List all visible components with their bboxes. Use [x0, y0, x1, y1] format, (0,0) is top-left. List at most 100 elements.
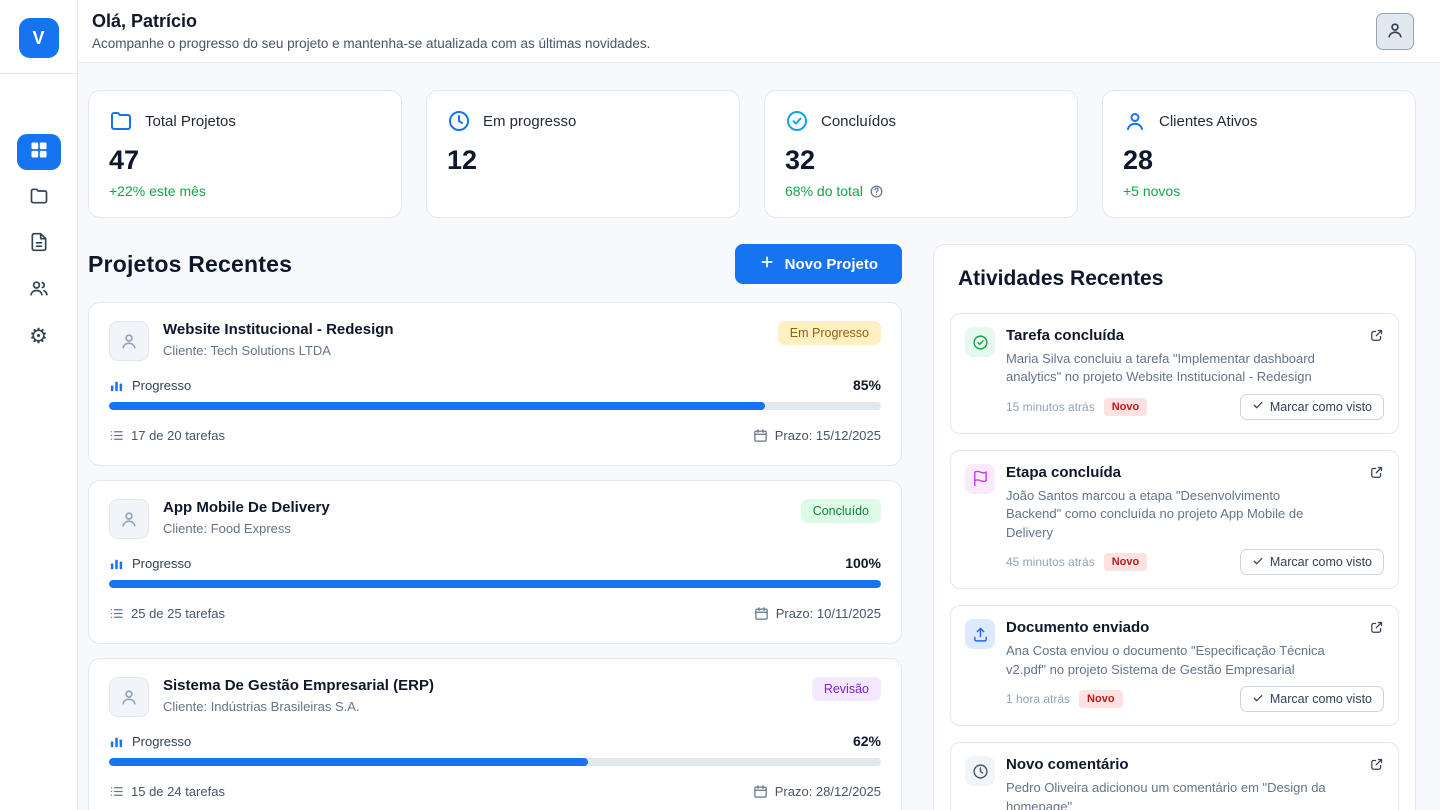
calendar-icon — [753, 784, 768, 799]
project-avatar — [109, 499, 149, 539]
activity-item: Documento enviado Ana Costa enviou o doc… — [950, 605, 1399, 726]
activity-description: João Santos marcou a etapa "Desenvolvime… — [1006, 487, 1336, 542]
progress-label: Progresso — [132, 734, 191, 749]
stat-value: 47 — [109, 145, 381, 176]
stat-value: 12 — [447, 145, 719, 176]
app-logo: V — [19, 18, 59, 58]
check-circle-icon — [785, 109, 809, 133]
project-card[interactable]: App Mobile De Delivery Cliente: Food Exp… — [88, 480, 902, 644]
activity-description: Maria Silva concluiu a tarefa "Implement… — [1006, 350, 1336, 387]
mark-seen-button[interactable]: Marcar como visto — [1240, 686, 1384, 712]
project-avatar — [109, 321, 149, 361]
project-client: Cliente: Tech Solutions LTDA — [163, 343, 394, 358]
external-link-icon[interactable] — [1369, 620, 1384, 635]
activity-item: Etapa concluída João Santos marcou a eta… — [950, 450, 1399, 589]
external-link-icon[interactable] — [1369, 328, 1384, 343]
clock-icon — [447, 109, 471, 133]
activity-title: Etapa concluída — [1006, 464, 1121, 481]
bar-chart-icon — [109, 734, 124, 749]
external-link-icon[interactable] — [1369, 465, 1384, 480]
sidebar-nav: ⚙ — [17, 134, 61, 354]
sidebar-item-clients[interactable] — [17, 272, 61, 308]
stat-sub-text: 68% do total — [785, 183, 863, 199]
progress-bar-fill — [109, 758, 588, 766]
sidebar-item-projects[interactable] — [17, 180, 61, 216]
clock-icon — [965, 756, 995, 786]
sidebar-item-settings[interactable]: ⚙ — [17, 318, 61, 354]
external-link-icon[interactable] — [1369, 757, 1384, 772]
check-circle-icon — [965, 327, 995, 357]
main-content: Total Projetos 47 +22% este mês Em progr… — [78, 63, 1440, 810]
activity-title: Novo comentário — [1006, 756, 1129, 773]
task-list-icon — [109, 784, 124, 799]
folder-icon — [109, 109, 133, 133]
bar-chart-icon — [109, 556, 124, 571]
new-badge: Novo — [1079, 690, 1123, 708]
task-list-icon — [109, 428, 124, 443]
divider — [0, 73, 78, 74]
stat-label: Em progresso — [483, 113, 576, 130]
progress-bar — [109, 402, 881, 410]
project-tasks: 17 de 20 tarefas — [131, 428, 225, 443]
project-title: App Mobile De Delivery — [163, 499, 330, 516]
project-client: Cliente: Indústrias Brasileiras S.A. — [163, 699, 434, 714]
activity-description: Pedro Oliveira adicionou um comentário e… — [1006, 779, 1336, 810]
project-deadline: Prazo: 15/12/2025 — [775, 428, 881, 443]
stat-card-em-progresso: Em progresso 12 — [426, 90, 740, 218]
user-profile-button[interactable] — [1376, 13, 1414, 50]
activity-title: Documento enviado — [1006, 619, 1149, 636]
page-subtitle: Acompanhe o progresso do seu projeto e m… — [92, 36, 650, 51]
activities-panel: Atividades Recentes Tarefa concluída — [933, 244, 1416, 810]
progress-bar — [109, 758, 881, 766]
project-card[interactable]: Website Institucional - Redesign Cliente… — [88, 302, 902, 466]
activity-time: 45 minutos atrás — [1006, 555, 1095, 569]
upload-icon — [965, 619, 995, 649]
sidebar-item-dashboard[interactable] — [17, 134, 61, 170]
sidebar: V ⚙ — [0, 0, 78, 810]
projects-section: Projetos Recentes Novo Projeto Website I… — [88, 244, 902, 810]
stat-sub: +5 novos — [1123, 183, 1395, 199]
mark-seen-label: Marcar como visto — [1270, 555, 1372, 569]
status-badge: Em Progresso — [778, 321, 881, 345]
stat-label: Concluídos — [821, 113, 896, 130]
stats-row: Total Projetos 47 +22% este mês Em progr… — [88, 90, 1416, 218]
mark-seen-button[interactable]: Marcar como visto — [1240, 394, 1384, 420]
stat-card-total-projetos: Total Projetos 47 +22% este mês — [88, 90, 402, 218]
help-circle-icon[interactable] — [869, 184, 884, 199]
stat-card-clientes-ativos: Clientes Ativos 28 +5 novos — [1102, 90, 1416, 218]
folder-icon — [29, 186, 49, 211]
progress-percent: 85% — [853, 377, 881, 393]
status-badge: Revisão — [812, 677, 881, 701]
activity-description: Ana Costa enviou o documento "Especifica… — [1006, 642, 1336, 679]
project-tasks: 15 de 24 tarefas — [131, 784, 225, 799]
stat-sub-text: +5 novos — [1123, 183, 1180, 199]
stat-card-concluidos: Concluídos 32 68% do total — [764, 90, 1078, 218]
mark-seen-button[interactable]: Marcar como visto — [1240, 549, 1384, 575]
project-title: Sistema De Gestão Empresarial (ERP) — [163, 677, 434, 694]
dashboard-grid-icon — [29, 140, 49, 165]
plus-icon — [759, 254, 775, 274]
stat-label: Clientes Ativos — [1159, 113, 1257, 130]
project-card[interactable]: Sistema De Gestão Empresarial (ERP) Clie… — [88, 658, 902, 810]
new-project-label: Novo Projeto — [785, 256, 878, 273]
users-icon — [29, 278, 49, 303]
sidebar-item-documents[interactable] — [17, 226, 61, 262]
page-header: Olá, Patrício Acompanhe o progresso do s… — [78, 0, 1440, 63]
new-project-button[interactable]: Novo Projeto — [735, 244, 902, 284]
flag-icon — [965, 464, 995, 494]
stat-sub: 68% do total — [785, 183, 1057, 199]
progress-label: Progresso — [132, 556, 191, 571]
stat-sub: +22% este mês — [109, 183, 381, 199]
page-title: Olá, Patrício — [92, 11, 650, 32]
new-badge: Novo — [1104, 553, 1148, 571]
bar-chart-icon — [109, 378, 124, 393]
stat-value: 32 — [785, 145, 1057, 176]
activity-item: Tarefa concluída Maria Silva concluiu a … — [950, 313, 1399, 434]
check-icon — [1252, 692, 1264, 707]
project-deadline: Prazo: 28/12/2025 — [775, 784, 881, 799]
calendar-icon — [754, 606, 769, 621]
stat-sub-text: +22% este mês — [109, 183, 206, 199]
activities-heading: Atividades Recentes — [958, 267, 1391, 291]
header-text: Olá, Patrício Acompanhe o progresso do s… — [92, 11, 650, 51]
progress-percent: 62% — [853, 733, 881, 749]
